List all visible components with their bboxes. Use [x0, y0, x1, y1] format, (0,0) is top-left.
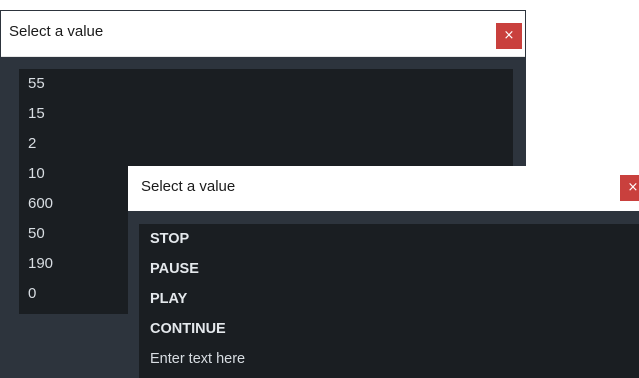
- close-button[interactable]: ×: [496, 23, 522, 49]
- dialog-titlebar: Select a value ×: [1, 11, 525, 57]
- dialog-titlebar: Select a value ×: [128, 166, 639, 211]
- dialog-title: Select a value: [9, 23, 104, 40]
- list-item[interactable]: CONTINUE: [139, 314, 639, 344]
- custom-text-entry[interactable]: Enter text here: [139, 344, 639, 374]
- close-icon: ×: [503, 28, 515, 43]
- list-item[interactable]: PLAY: [139, 284, 639, 314]
- list-item[interactable]: STOP: [139, 224, 639, 254]
- dialog-title: Select a value: [141, 178, 236, 195]
- list-item[interactable]: 55: [19, 70, 513, 100]
- close-icon: ×: [627, 180, 639, 195]
- value-list: STOP PAUSE PLAY CONTINUE Enter text here: [139, 224, 639, 378]
- command-value-dialog: Select a value × STOP PAUSE PLAY CONTINU…: [128, 166, 639, 378]
- list-item[interactable]: 2: [19, 130, 513, 160]
- list-item[interactable]: PAUSE: [139, 254, 639, 284]
- list-item[interactable]: 15: [19, 100, 513, 130]
- close-button[interactable]: ×: [620, 175, 639, 201]
